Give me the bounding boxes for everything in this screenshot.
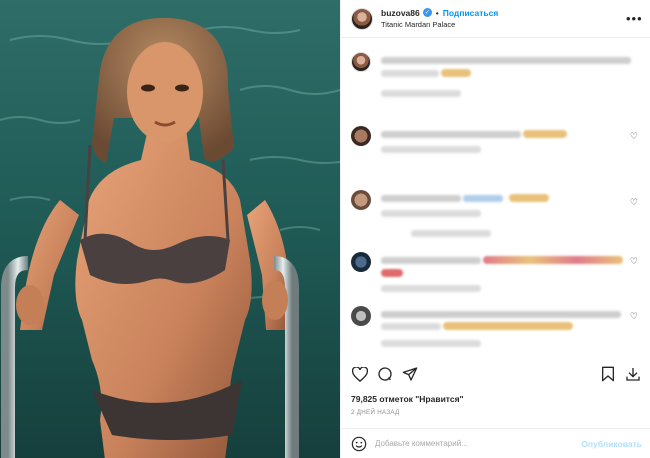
action-bar xyxy=(351,362,642,386)
avatar[interactable] xyxy=(351,306,371,326)
add-comment-bar: Добавьте комментарий... Опубликовать xyxy=(341,428,650,458)
heart-icon[interactable] xyxy=(351,365,369,383)
like-comment-heart-icon[interactable]: ♡ xyxy=(630,197,638,208)
caption-comment xyxy=(351,52,642,108)
like-comment-heart-icon[interactable]: ♡ xyxy=(630,311,638,322)
comment-item: ♡ xyxy=(351,306,642,352)
more-dots-icon[interactable]: ••• xyxy=(626,11,642,26)
comment-icon[interactable] xyxy=(376,365,394,383)
post-sidebar: buzova86 ✓ • Подписаться Titanic Mardan … xyxy=(340,0,650,458)
like-comment-heart-icon[interactable]: ♡ xyxy=(630,131,638,142)
likes-count[interactable]: 79,825 отметок "Нравится" xyxy=(351,394,464,404)
author-info: buzova86 ✓ • Подписаться Titanic Mardan … xyxy=(381,7,626,31)
post-time-ago[interactable]: 2 ДНЕЙ НАЗАД xyxy=(351,409,400,416)
author-username[interactable]: buzova86 xyxy=(381,7,420,19)
comment-input[interactable]: Добавьте комментарий... xyxy=(375,439,581,448)
follow-button[interactable]: Подписаться xyxy=(443,7,499,19)
emoji-smile-icon[interactable] xyxy=(351,436,367,452)
download-icon[interactable] xyxy=(624,365,642,383)
verified-badge-icon: ✓ xyxy=(422,8,432,17)
share-icon[interactable] xyxy=(401,365,419,383)
author-avatar[interactable] xyxy=(351,7,373,30)
post-header: buzova86 ✓ • Подписаться Titanic Mardan … xyxy=(341,0,650,38)
avatar[interactable] xyxy=(351,252,371,272)
avatar[interactable] xyxy=(351,52,371,72)
comment-item: ♡ xyxy=(351,126,642,162)
avatar[interactable] xyxy=(351,126,371,146)
bookmark-icon[interactable] xyxy=(599,365,617,383)
avatar[interactable] xyxy=(351,190,371,210)
publish-button[interactable]: Опубликовать xyxy=(581,439,642,449)
post-photo[interactable] xyxy=(0,0,340,458)
like-comment-heart-icon[interactable]: ♡ xyxy=(630,256,638,267)
instagram-post: buzova86 ✓ • Подписаться Titanic Mardan … xyxy=(0,0,650,458)
separator-dot: • xyxy=(435,7,439,18)
location-link[interactable]: Titanic Mardan Palace xyxy=(381,19,626,31)
comment-item: ♡ xyxy=(351,190,642,237)
comment-item: ♡ xyxy=(351,252,642,292)
comments-list: ♡ ♡ ♡ ♡ xyxy=(341,44,650,356)
post-photo-image xyxy=(0,0,340,458)
